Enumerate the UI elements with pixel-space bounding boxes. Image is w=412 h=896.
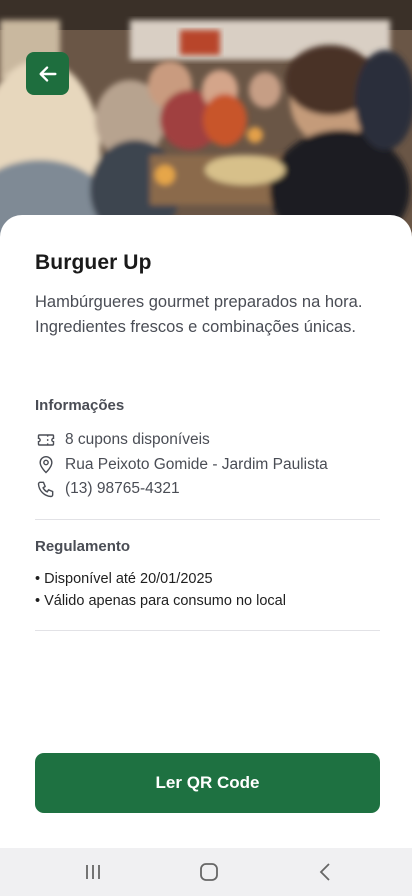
recent-apps-icon (86, 865, 100, 879)
coupons-row: 8 cupons disponíveis (35, 429, 210, 451)
chevron-left-icon (319, 863, 330, 881)
info-section-title: Informações (35, 397, 125, 414)
address-row: Rua Peixoto Gomide - Jardim Paulista (35, 454, 328, 476)
home-icon (200, 863, 218, 881)
restaurant-name: Burguer Up (35, 251, 152, 274)
back-nav-button[interactable] (295, 848, 355, 896)
ticket-icon (35, 429, 57, 451)
recent-apps-button[interactable] (63, 848, 123, 896)
hero-image (0, 0, 412, 250)
phone-icon (35, 478, 57, 500)
read-qr-code-button[interactable]: Ler QR Code (35, 753, 380, 813)
location-pin-icon (35, 454, 57, 476)
home-button[interactable] (179, 848, 239, 896)
divider (35, 630, 380, 631)
rule-item: • Válido apenas para consumo no local (35, 593, 286, 609)
phone-text: (13) 98765-4321 (65, 480, 180, 497)
restaurant-photo (0, 0, 412, 250)
rule-item: • Disponível até 20/01/2025 (35, 571, 213, 587)
phone-row[interactable]: (13) 98765-4321 (35, 478, 180, 500)
system-nav-bar (0, 848, 412, 896)
coupons-text: 8 cupons disponíveis (65, 431, 210, 448)
divider (35, 519, 380, 520)
back-button[interactable] (26, 52, 69, 95)
rules-section-title: Regulamento (35, 538, 131, 555)
restaurant-description: Hambúrgueres gourmet preparados na hora.… (35, 293, 363, 336)
arrow-left-icon (38, 65, 57, 82)
address-text: Rua Peixoto Gomide - Jardim Paulista (65, 456, 328, 473)
